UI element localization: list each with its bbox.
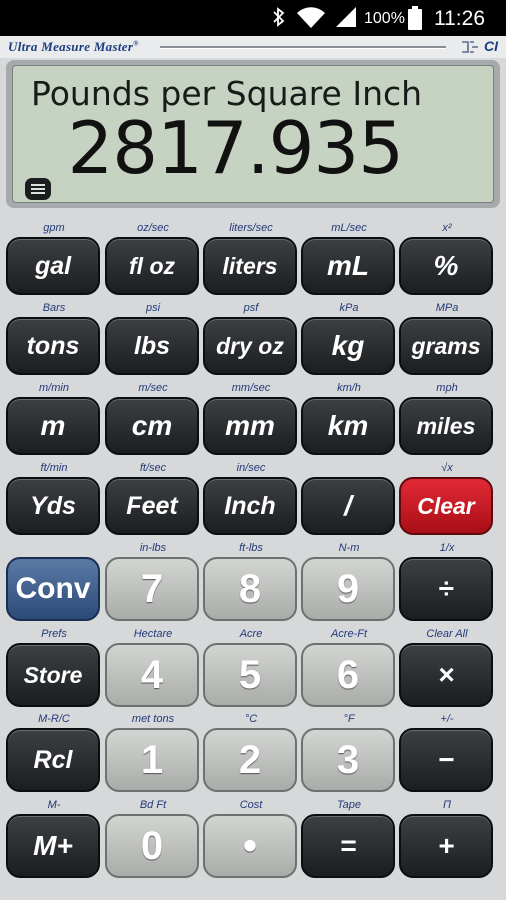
display-frame: Pounds per Square Inch 2817.935 <box>6 60 500 208</box>
signal-icon <box>334 6 358 33</box>
key-sublabel: ft/sec <box>139 462 167 474</box>
key-sublabel: Clear All <box>426 628 468 640</box>
key-sublabel: met tons <box>131 713 175 725</box>
key-mm-button[interactable]: mm <box>203 397 297 455</box>
key-m-button[interactable]: M+ <box>6 814 100 878</box>
key-m-button[interactable]: m <box>6 397 100 455</box>
key-sublabel: M- <box>47 799 61 811</box>
key-kg-button[interactable]: kg <box>301 317 395 375</box>
battery-icon <box>408 6 422 35</box>
app-title-bar: Ultra Measure Master® CI <box>0 36 506 58</box>
key-sublabel: km/h <box>337 382 361 394</box>
key-km-button[interactable]: km <box>301 397 395 455</box>
key-sublabel: 1/x <box>439 542 455 554</box>
key-sublabel: mL/sec <box>331 222 367 234</box>
key-sublabel: gpm <box>43 222 65 234</box>
key-sublabel: kPa <box>339 302 359 314</box>
key--button[interactable]: • <box>203 814 297 878</box>
key-sublabel: °F <box>343 713 355 725</box>
key-sublabel: Tape <box>336 799 362 811</box>
key-sublabel: in/sec <box>236 462 266 474</box>
key-4-button[interactable]: 4 <box>105 643 199 707</box>
key-yds-button[interactable]: Yds <box>6 477 100 535</box>
keypad: gpm gal oz/sec fl oz liters/sec liters mL/sec m… <box>0 210 506 900</box>
key--button[interactable]: = <box>301 814 395 878</box>
clock: 11:26 <box>434 7 485 30</box>
display-value: 2817.935 <box>67 106 404 190</box>
key-8-button[interactable]: 8 <box>203 557 297 621</box>
key-lbs-button[interactable]: lbs <box>105 317 199 375</box>
key-sublabel: ft-lbs <box>239 542 263 554</box>
key-6-button[interactable]: 6 <box>301 643 395 707</box>
key-9-button[interactable]: 9 <box>301 557 395 621</box>
key-ml-button[interactable]: mL <box>301 237 395 295</box>
key-sublabel: +/- <box>440 713 454 725</box>
lcd-display: Pounds per Square Inch 2817.935 <box>12 65 494 203</box>
key-sublabel: ft/min <box>40 462 68 474</box>
key-sublabel: Prefs <box>41 628 67 640</box>
key-sublabel: Π <box>443 799 451 811</box>
key-sublabel: N-m <box>338 542 360 554</box>
status-bar: 100% 11:26 <box>0 0 506 36</box>
key-feet-button[interactable]: Feet <box>105 477 199 535</box>
title-rule <box>160 46 446 49</box>
ci-logo: CI <box>460 38 498 54</box>
key-sublabel: x² <box>442 222 452 234</box>
menu-icon[interactable] <box>25 178 51 200</box>
battery-percent: 100% <box>364 10 405 27</box>
key-0-button[interactable]: 0 <box>105 814 199 878</box>
key-1-button[interactable]: 1 <box>105 728 199 792</box>
key-sublabel: m/sec <box>138 382 168 394</box>
key--button[interactable]: × <box>399 643 493 707</box>
key-sublabel: in-lbs <box>139 542 167 554</box>
key-gal-button[interactable]: gal <box>6 237 100 295</box>
key-liters-button[interactable]: liters <box>203 237 297 295</box>
key-sublabel: psf <box>243 302 259 314</box>
key-store-button[interactable]: Store <box>6 643 100 707</box>
key-sublabel: Acre-Ft <box>330 628 368 640</box>
key-sublabel: psi <box>145 302 161 314</box>
key-sublabel: liters/sec <box>229 222 273 234</box>
key-dry-oz-button[interactable]: dry oz <box>203 317 297 375</box>
key-rcl-button[interactable]: Rcl <box>6 728 100 792</box>
key--button[interactable]: ÷ <box>399 557 493 621</box>
key--button[interactable]: + <box>399 814 493 878</box>
key-grams-button[interactable]: grams <box>399 317 493 375</box>
key-7-button[interactable]: 7 <box>105 557 199 621</box>
key-sublabel: °C <box>244 713 258 725</box>
key-5-button[interactable]: 5 <box>203 643 297 707</box>
key-clear-button[interactable]: Clear <box>399 477 493 535</box>
key-sublabel: √x <box>441 462 453 474</box>
key-sublabel: mm/sec <box>231 382 271 394</box>
key-miles-button[interactable]: miles <box>399 397 493 455</box>
key--button[interactable]: − <box>399 728 493 792</box>
key-sublabel: Bars <box>42 302 66 314</box>
wifi-icon <box>296 6 326 35</box>
key-sublabel: Cost <box>239 799 263 811</box>
key-sublabel: oz/sec <box>137 222 169 234</box>
bluetooth-icon <box>272 6 286 34</box>
key-inch-button[interactable]: Inch <box>203 477 297 535</box>
key-sublabel: Bd Ft <box>139 799 167 811</box>
key-tons-button[interactable]: tons <box>6 317 100 375</box>
key-sublabel: m/min <box>39 382 69 394</box>
app-brand: Ultra Measure Master® <box>8 39 139 54</box>
key-sublabel: mph <box>436 382 458 394</box>
key-3-button[interactable]: 3 <box>301 728 395 792</box>
key--button[interactable]: % <box>399 237 493 295</box>
key-2-button[interactable]: 2 <box>203 728 297 792</box>
key-sublabel: Hectare <box>133 628 173 640</box>
key-fl-oz-button[interactable]: fl oz <box>105 237 199 295</box>
key-cm-button[interactable]: cm <box>105 397 199 455</box>
key-conv-button[interactable]: Conv <box>6 557 100 621</box>
key-sublabel: MPa <box>435 302 459 314</box>
key--button[interactable]: / <box>301 477 395 535</box>
key-sublabel: Acre <box>239 628 263 640</box>
key-sublabel: M-R/C <box>38 713 70 725</box>
